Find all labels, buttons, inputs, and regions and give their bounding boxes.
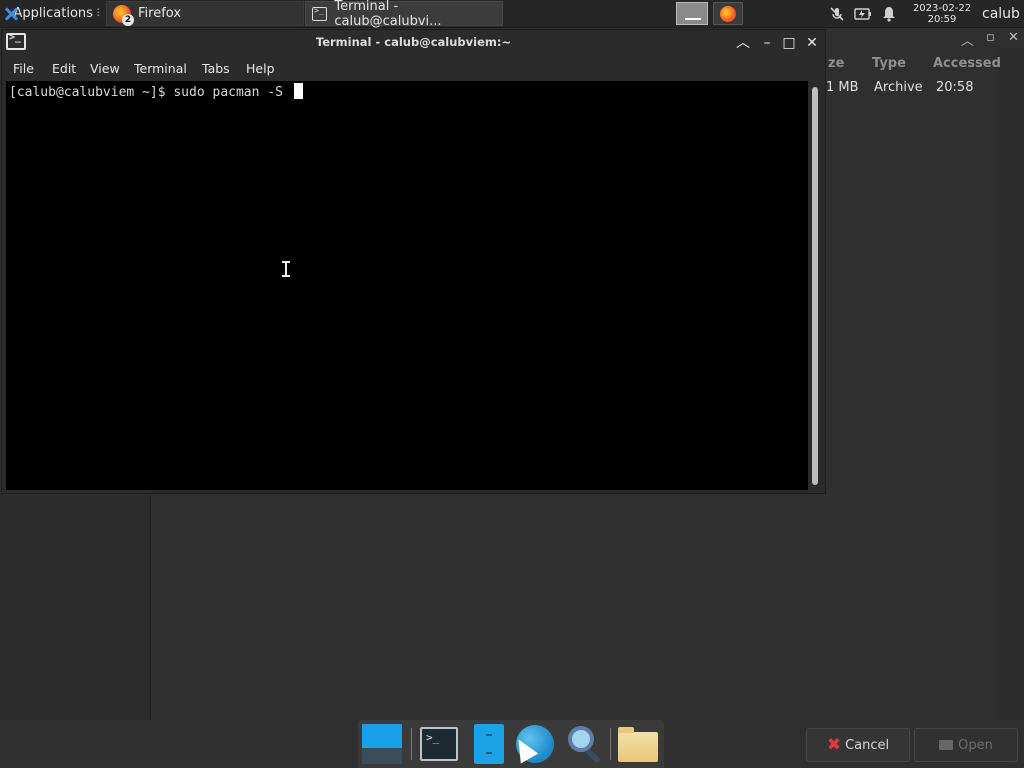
window-count-badge: 2 <box>122 13 134 26</box>
terminal-scrollbar[interactable] <box>810 83 820 488</box>
cancel-x-icon: ✖ <box>826 735 842 755</box>
maximize-window-icon[interactable]: □ <box>780 34 798 52</box>
dock-separator <box>411 728 412 760</box>
battery-icon[interactable] <box>852 0 874 27</box>
applications-menu-button[interactable]: Applications ⠇ <box>0 0 104 27</box>
shade-window-icon[interactable]: ︿ <box>734 34 752 52</box>
clock[interactable]: 2023-02-22 20:59 <box>906 0 978 27</box>
applications-label: Applications <box>13 6 93 21</box>
workspace-2-button[interactable] <box>713 2 743 25</box>
web-browser-icon[interactable] <box>509 724 554 764</box>
file-size-cell[interactable]: 1 MB <box>826 80 859 95</box>
folder-icon[interactable] <box>616 724 658 764</box>
column-header-size[interactable]: ze <box>828 56 844 71</box>
terminal-line: [calub@calubviem ~]$ sudo pacman -S <box>9 83 303 100</box>
minimize-window-icon[interactable]: – <box>758 34 776 52</box>
terminal-output-area[interactable]: [calub@calubviem ~]$ sudo pacman -S <box>6 81 808 490</box>
panel-separator: ⠇ <box>95 7 104 20</box>
terminal-menubar: File Edit View Terminal Tabs Help <box>2 58 825 81</box>
xfce-logo-icon <box>4 7 10 21</box>
taskbar-firefox-label: Firefox <box>138 6 182 21</box>
firefox-icon: 2 <box>113 4 134 26</box>
cancel-label: Cancel <box>845 737 890 753</box>
menu-file[interactable]: File <box>13 61 34 76</box>
folder-icon <box>939 740 954 750</box>
column-header-accessed[interactable]: Accessed <box>933 56 1001 71</box>
window-title: Terminal - calub@calubviem:~ <box>315 35 512 49</box>
terminal-icon[interactable] <box>420 724 460 764</box>
file-accessed-cell[interactable]: 20:58 <box>936 80 973 95</box>
clock-date: 2023-02-22 <box>912 2 972 14</box>
search-icon[interactable] <box>564 724 604 764</box>
open-label: Open <box>958 737 993 753</box>
clock-time: 20:59 <box>927 13 957 25</box>
menu-terminal[interactable]: Terminal <box>134 61 187 76</box>
terminal-titlebar[interactable]: Terminal - calub@calubviem:~ ︿ – □ ✕ <box>2 30 825 57</box>
desktop-icon[interactable] <box>362 724 402 764</box>
dock <box>358 720 664 768</box>
chooser-maximize-icon[interactable]: ︿ <box>961 30 974 49</box>
chooser-close-icon[interactable]: ✕ <box>1008 30 1019 45</box>
shell-prompt-text: [calub@calubviem ~]$ sudo pacman -S <box>9 85 291 100</box>
ibeam-pointer-icon <box>281 261 291 277</box>
taskbar-terminal-button[interactable]: Terminal - calub@calubvi... <box>305 0 503 29</box>
text-cursor <box>293 83 303 99</box>
chooser-right-edge <box>996 48 1024 720</box>
terminal-icon <box>312 6 328 21</box>
dock-separator <box>610 728 611 760</box>
chooser-places-sidebar[interactable] <box>0 495 151 720</box>
taskbar-terminal-label: Terminal - calub@calubvi... <box>334 0 442 29</box>
menu-view[interactable]: View <box>90 61 120 76</box>
workspace-1-button[interactable] <box>676 2 708 25</box>
top-panel: Applications ⠇ 2 Firefox Terminal - calu… <box>0 0 1024 29</box>
chooser-restore-icon[interactable]: ▫ <box>986 30 995 45</box>
menu-help[interactable]: Help <box>246 61 275 76</box>
notification-bell-icon[interactable] <box>878 0 900 27</box>
cancel-button[interactable]: ✖ Cancel <box>806 728 910 762</box>
menu-edit[interactable]: Edit <box>52 61 76 76</box>
menu-tabs[interactable]: Tabs <box>202 61 230 76</box>
taskbar-firefox-button[interactable]: 2 Firefox <box>106 1 304 26</box>
close-window-icon[interactable]: ✕ <box>803 34 821 52</box>
column-header-type[interactable]: Type <box>872 56 906 71</box>
open-button[interactable]: Open <box>914 728 1018 762</box>
firefox-icon <box>720 5 736 22</box>
user-menu-button[interactable]: calub <box>982 0 1024 27</box>
file-type-cell[interactable]: Archive <box>874 80 923 95</box>
file-manager-icon[interactable] <box>470 724 510 764</box>
terminal-window[interactable]: Terminal - calub@calubviem:~ ︿ – □ ✕ Fil… <box>1 29 826 494</box>
scrollbar-thumb[interactable] <box>812 87 818 485</box>
microphone-muted-icon[interactable] <box>826 0 848 27</box>
